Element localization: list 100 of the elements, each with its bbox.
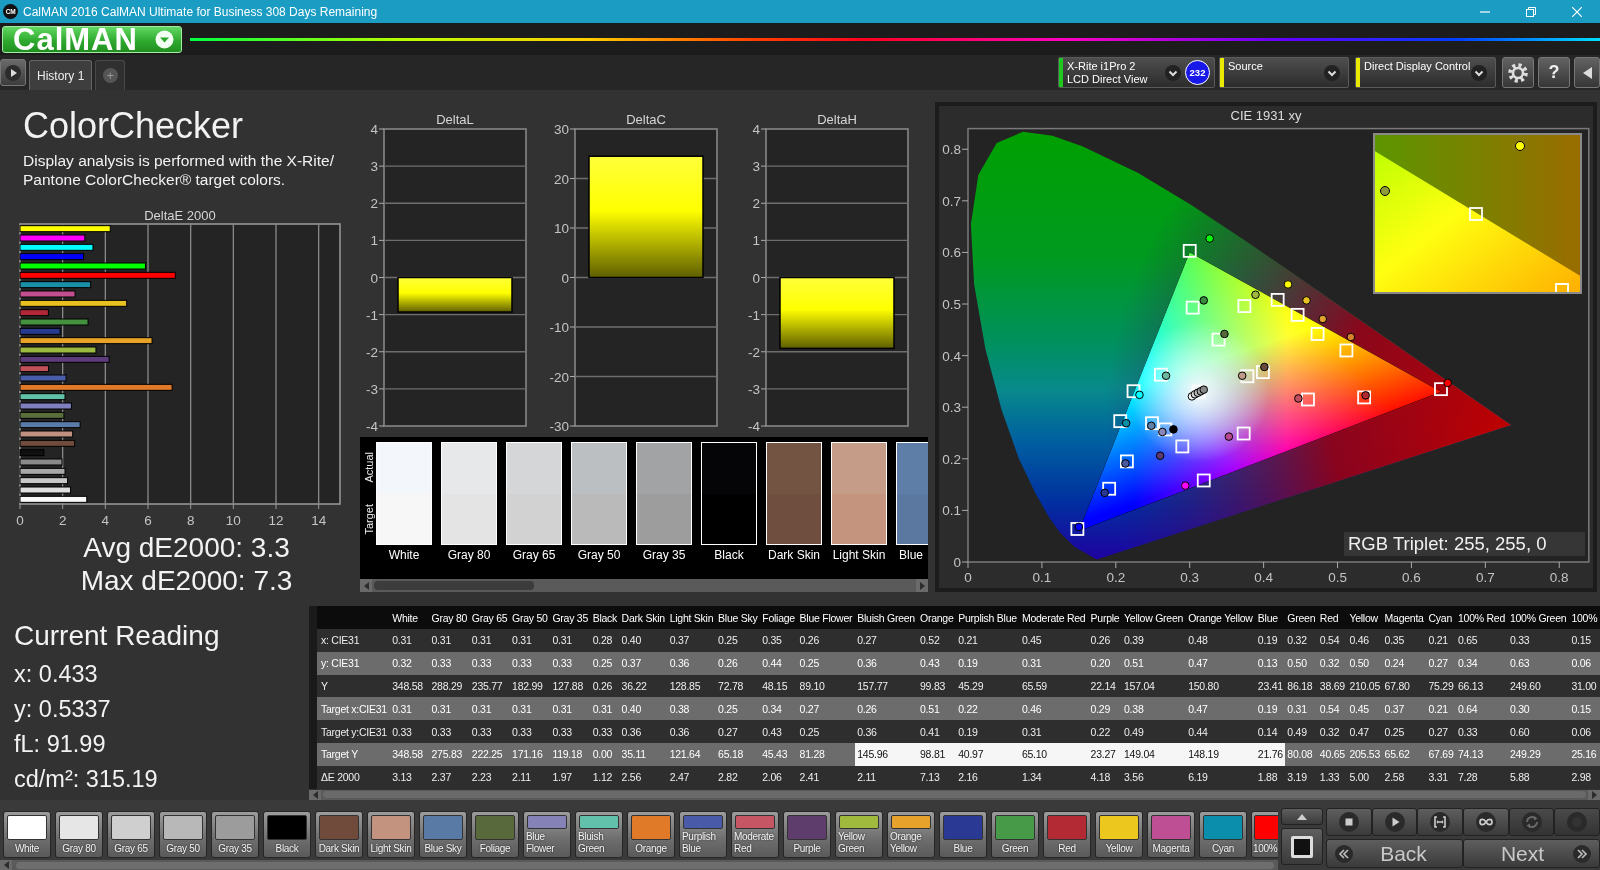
axis-tick-label: 0 — [16, 513, 24, 528]
table-cell: 0.34 — [760, 697, 798, 721]
table-cell: 0.22 — [956, 697, 1020, 721]
table-cell: 0.31 — [390, 697, 430, 721]
table-cell: 0.29 — [1088, 697, 1123, 721]
table-cell: 48.15 — [760, 674, 798, 698]
axis-tick-label: 12 — [268, 513, 284, 528]
axis-tick-label: -3 — [748, 381, 760, 397]
axis-tick-label: 0.3 — [942, 400, 961, 416]
axis-tick-label: -4 — [366, 419, 378, 434]
chart-title: DeltaE 2000 — [144, 207, 216, 223]
axis-tick-label: 0.2 — [1106, 570, 1126, 585]
table-cell: 0.44 — [760, 651, 798, 675]
axis-tick-label: 2 — [752, 196, 760, 212]
table-cell: 0.40 — [619, 629, 668, 652]
number-badge: 232 — [1185, 60, 1210, 85]
column-header: Cyan — [1426, 606, 1456, 629]
table-cell: 0.25 — [716, 629, 761, 652]
table-cell: 0.45 — [1019, 629, 1089, 652]
axis-tick-label: 0.3 — [1180, 570, 1200, 585]
table-cell: 0.31 — [1285, 697, 1318, 721]
table-cell: 0.54 — [1317, 629, 1348, 652]
table-cell: 31.00 — [1569, 674, 1600, 698]
page-title: ColorChecker — [23, 106, 245, 146]
axis-tick-label: -4 — [748, 419, 760, 434]
axis-tick-label: 0.7 — [1475, 570, 1495, 585]
axis-tick-label: 3 — [370, 159, 378, 175]
table-cell: 0.60 — [1507, 720, 1570, 743]
table-cell: 0.33 — [390, 720, 430, 743]
table-cell: 0.06 — [1569, 651, 1600, 675]
axis-tick-label: 6 — [144, 513, 152, 528]
table-cell: 157.77 — [855, 674, 919, 698]
axis-tick-label: -20 — [549, 369, 569, 385]
axis-tick-label: 0.1 — [942, 503, 961, 519]
table-cell: 0.45 — [1347, 697, 1383, 721]
table-cell: 0.47 — [1186, 697, 1256, 721]
table-cell: 0.52 — [918, 629, 957, 652]
table-cell: 0.41 — [918, 720, 957, 743]
axis-tick-label: 0.7 — [942, 193, 961, 209]
table-cell: 0.38 — [667, 697, 717, 721]
table-cell: 0.37 — [667, 629, 717, 652]
table-cell: 0.54 — [1317, 697, 1348, 721]
column-header: Magenta — [1382, 606, 1427, 629]
axis-tick-label: 0.4 — [1254, 570, 1273, 585]
column-header: 100% Green — [1507, 606, 1570, 629]
table-cell: 0.33 — [510, 720, 551, 743]
table-cell: 86.18 — [1285, 674, 1318, 698]
table-cell: 0.25 — [797, 720, 856, 743]
table-cell: 0.19 — [1255, 629, 1286, 652]
table-cell: 157.04 — [1122, 674, 1187, 698]
table-cell: 2.16 — [956, 765, 1020, 789]
column-header: Foliage — [760, 606, 798, 629]
axis-tick-label: -3 — [366, 381, 378, 397]
axis-tick-label: -30 — [549, 419, 569, 434]
table-cell: 0.26 — [797, 629, 856, 652]
table-cell: 2.98 — [1569, 765, 1600, 789]
table-cell: 0.26 — [855, 697, 919, 721]
table-cell: 0.36 — [855, 651, 919, 675]
axis-tick-label: 0.8 — [1549, 570, 1569, 585]
table-cell: 0.27 — [797, 697, 856, 721]
table-cell: 0.48 — [1186, 629, 1256, 652]
table-cell: 0.31 — [590, 697, 620, 721]
table-cell: 0.33 — [550, 651, 591, 675]
table-cell: 0.51 — [918, 697, 957, 721]
table-cell: 75.29 — [1426, 674, 1456, 698]
table-cell: 0.64 — [1456, 697, 1508, 721]
table-cell: 3.13 — [390, 765, 430, 789]
table-cell: 205.53 — [1347, 743, 1383, 766]
table-cell: 3.56 — [1122, 765, 1187, 789]
reading-value: x: 0.433 — [14, 659, 99, 689]
table-cell: 149.04 — [1122, 743, 1187, 766]
rgb-readout: RGB Triplet: 255, 255, 0 — [1344, 532, 1585, 556]
column-header: Gray 50 — [510, 606, 551, 629]
table-cell: 0.31 — [510, 697, 551, 721]
summary-stat: Max dE2000: 7.3 — [79, 564, 294, 597]
table-cell: 0.43 — [918, 651, 957, 675]
table-cell: 0.15 — [1569, 629, 1600, 652]
table-cell: 0.19 — [956, 720, 1020, 743]
table-cell: 0.65 — [1456, 629, 1508, 652]
table-cell: 0.28 — [590, 629, 620, 652]
column-header: Bluish Green — [855, 606, 919, 629]
axis-tick-label: 10 — [225, 513, 241, 528]
table-cell: 0.27 — [855, 629, 919, 652]
table-cell: 0.37 — [1382, 697, 1427, 721]
chart-title: DeltaL — [436, 111, 474, 127]
table-cell: 0.31 — [390, 629, 430, 652]
table-cell: 0.26 — [716, 651, 761, 675]
table-cell: 0.35 — [760, 629, 798, 652]
axis-tick-label: -2 — [748, 344, 760, 360]
patch-label: Gray 80 — [446, 548, 492, 562]
column-header: White — [390, 606, 430, 629]
table-cell: 2.06 — [760, 765, 798, 789]
table-cell: 65.18 — [716, 743, 761, 766]
table-cell: 0.27 — [1426, 720, 1456, 743]
table-cell: 0.31 — [429, 629, 470, 652]
patch-label: Blue — [898, 548, 925, 562]
axis-tick-label: 1 — [370, 233, 378, 249]
table-cell: 0.32 — [1317, 720, 1348, 743]
axis-tick-label: 0 — [370, 270, 378, 286]
column-header: Gray 35 — [550, 606, 591, 629]
